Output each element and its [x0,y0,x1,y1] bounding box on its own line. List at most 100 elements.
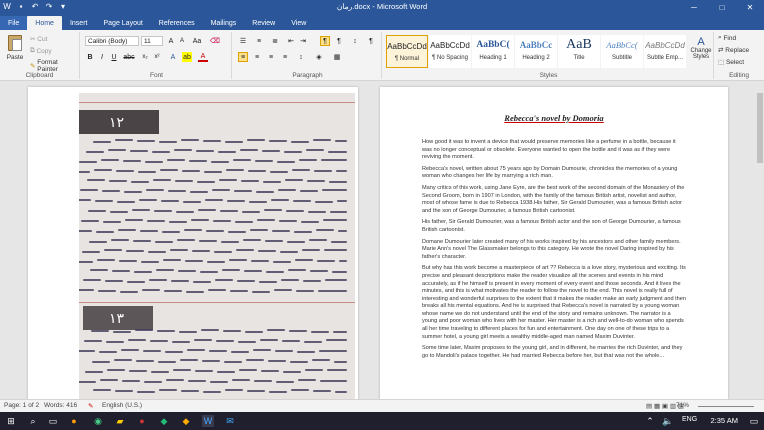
find-button[interactable]: ⌕ Find [718,34,736,42]
vertical-scrollbar[interactable] [756,81,764,399]
app-icon[interactable]: ◆ [180,415,192,427]
close-button[interactable]: ✕ [736,0,764,14]
numbering-icon[interactable]: ≡ [254,36,264,46]
firefox-icon[interactable]: ● [68,415,80,427]
start-icon[interactable]: ⊞ [5,415,17,427]
handwriting-stroke [182,170,200,172]
search-icon[interactable]: ⌕ [27,415,39,427]
increase-indent-icon[interactable]: ⇥ [298,36,308,46]
font-name-combo[interactable]: Calibri (Body) [85,36,139,46]
tab-home[interactable]: Home [27,16,62,30]
style-heading-1[interactable]: AaBbC(Heading 1 [472,35,514,68]
strikethrough-icon[interactable]: abc [123,52,134,62]
rtl-icon[interactable]: ¶ [334,36,344,46]
cut-button[interactable]: ✂ Cut [30,35,47,44]
change-styles-button[interactable]: A Change Styles [690,36,712,60]
font-size-combo[interactable]: 11 [141,36,163,46]
page-1[interactable]: ۱۲ ۱۳ [28,87,358,399]
grow-font-icon[interactable]: A [166,36,176,46]
page-count[interactable]: Page: 1 of 2 [4,402,39,409]
replace-button[interactable]: ⇄ Replace [718,46,749,55]
task-view-icon[interactable]: ▭ [47,415,59,427]
paragraph[interactable]: Rebecca's novel, written about 75 years … [422,166,686,181]
handwriting-stroke [81,220,99,222]
scroll-thumb[interactable] [757,93,763,163]
style-subtitle[interactable]: AaBbCc(Subtitle [601,35,643,68]
document-area[interactable]: ۱۲ ۱۳ Rebecca's novel by Domoria How goo… [0,81,764,399]
zoom-level[interactable]: 71% [676,402,689,409]
clock[interactable]: 2:35 AM [710,416,738,425]
superscript-icon[interactable]: x² [152,52,162,62]
zoom-slider[interactable] [698,406,754,407]
decrease-indent-icon[interactable]: ⇤ [286,36,296,46]
style-no-spacing[interactable]: AaBbCcDd ¶ No Spacing [429,35,471,68]
paragraph[interactable]: Domane Dumourier later created many of h… [422,239,686,262]
document-body[interactable]: How good it was to invent a device that … [422,139,686,364]
select-button[interactable]: ⬚ Select [718,58,744,67]
app-icon[interactable]: ● [136,415,148,427]
style-subtle-emphasis[interactable]: AaBbCcDd Subtle Emp... [644,35,686,68]
ltr-icon[interactable]: ¶ [320,36,330,46]
tab-insert[interactable]: Insert [62,16,96,30]
style-title[interactable]: AaB Title [558,35,600,68]
clear-format-icon[interactable]: ⌫ [210,36,220,46]
handwriting-stroke [91,330,109,332]
underline-button[interactable]: U [109,52,119,62]
tab-page-layout[interactable]: Page Layout [95,16,150,30]
line-spacing-icon[interactable]: ↕ [296,52,306,62]
handwriting-stroke [79,289,94,291]
language-indicator[interactable]: ENG [682,416,697,423]
word-taskbar-icon[interactable]: W [202,415,214,427]
paste-button[interactable]: Paste [4,35,26,61]
network-icon[interactable]: ⌃ [644,415,656,427]
format-painter-button[interactable]: ✎ Format Painter [30,59,79,73]
tab-review[interactable]: Review [244,16,283,30]
tab-view[interactable]: View [283,16,314,30]
paragraph[interactable]: Some time later, Maxim proposes to the y… [422,345,686,360]
app-icon[interactable]: ◆ [158,415,170,427]
italic-button[interactable]: I [97,52,107,62]
style-normal[interactable]: AaBbCcDd ¶ Normal [386,35,428,68]
align-right-icon[interactable]: ≡ [266,52,276,62]
change-case-icon[interactable]: Aa [192,36,202,46]
highlight-icon[interactable]: ab [182,52,192,62]
proofing-icon[interactable]: ✎ [88,402,93,410]
chrome-icon[interactable]: ◉ [92,415,104,427]
language-indicator[interactable]: English (U.S.) [102,402,142,409]
handwriting-stroke [203,140,221,142]
align-center-icon[interactable]: ≡ [252,52,262,62]
align-left-icon[interactable]: ≡ [238,52,248,62]
explorer-icon[interactable]: ▰ [114,415,126,427]
tab-mailings[interactable]: Mailings [203,16,245,30]
show-marks-icon[interactable]: ¶ [366,36,376,46]
handwriting-stroke [192,250,210,252]
app-icon[interactable]: ✉ [224,415,236,427]
handwriting-stroke [315,201,333,203]
tab-file[interactable]: File [0,16,28,30]
subscript-icon[interactable]: x₂ [140,52,150,62]
bullets-icon[interactable]: ☰ [238,36,248,46]
font-color-icon[interactable]: A [198,52,208,62]
word-count[interactable]: Words: 416 [44,402,77,409]
multilevel-list-icon[interactable]: ≣ [270,36,280,46]
paragraph[interactable]: Many critics of this work, using Jane Ey… [422,185,686,215]
shrink-font-icon[interactable]: A [177,36,187,46]
notifications-icon[interactable]: ▭ [748,415,760,427]
copy-button[interactable]: ⧉ Copy [30,47,52,55]
tab-references[interactable]: References [151,16,203,30]
justify-icon[interactable]: ≡ [280,52,290,62]
sort-icon[interactable]: ↕ [350,36,360,46]
minimize-button[interactable]: ─ [680,0,708,14]
style-heading-2[interactable]: AaBbCc Heading 2 [515,35,557,68]
shading-icon[interactable]: ◈ [314,52,324,62]
maximize-button[interactable]: □ [708,0,736,14]
borders-icon[interactable]: ▦ [332,52,342,62]
volume-icon[interactable]: 🔈 [662,415,674,427]
page-2[interactable]: Rebecca's novel by Domoria How good it w… [380,87,728,399]
paragraph[interactable]: How good it was to invent a device that … [422,139,686,162]
bold-button[interactable]: B [85,52,95,62]
paragraph[interactable]: His father, Sir Gerald Dumourier, was a … [422,219,686,234]
handwriting-stroke [83,279,101,281]
text-effects-icon[interactable]: A [168,52,178,62]
paragraph[interactable]: But why has this work become a masterpie… [422,265,686,341]
